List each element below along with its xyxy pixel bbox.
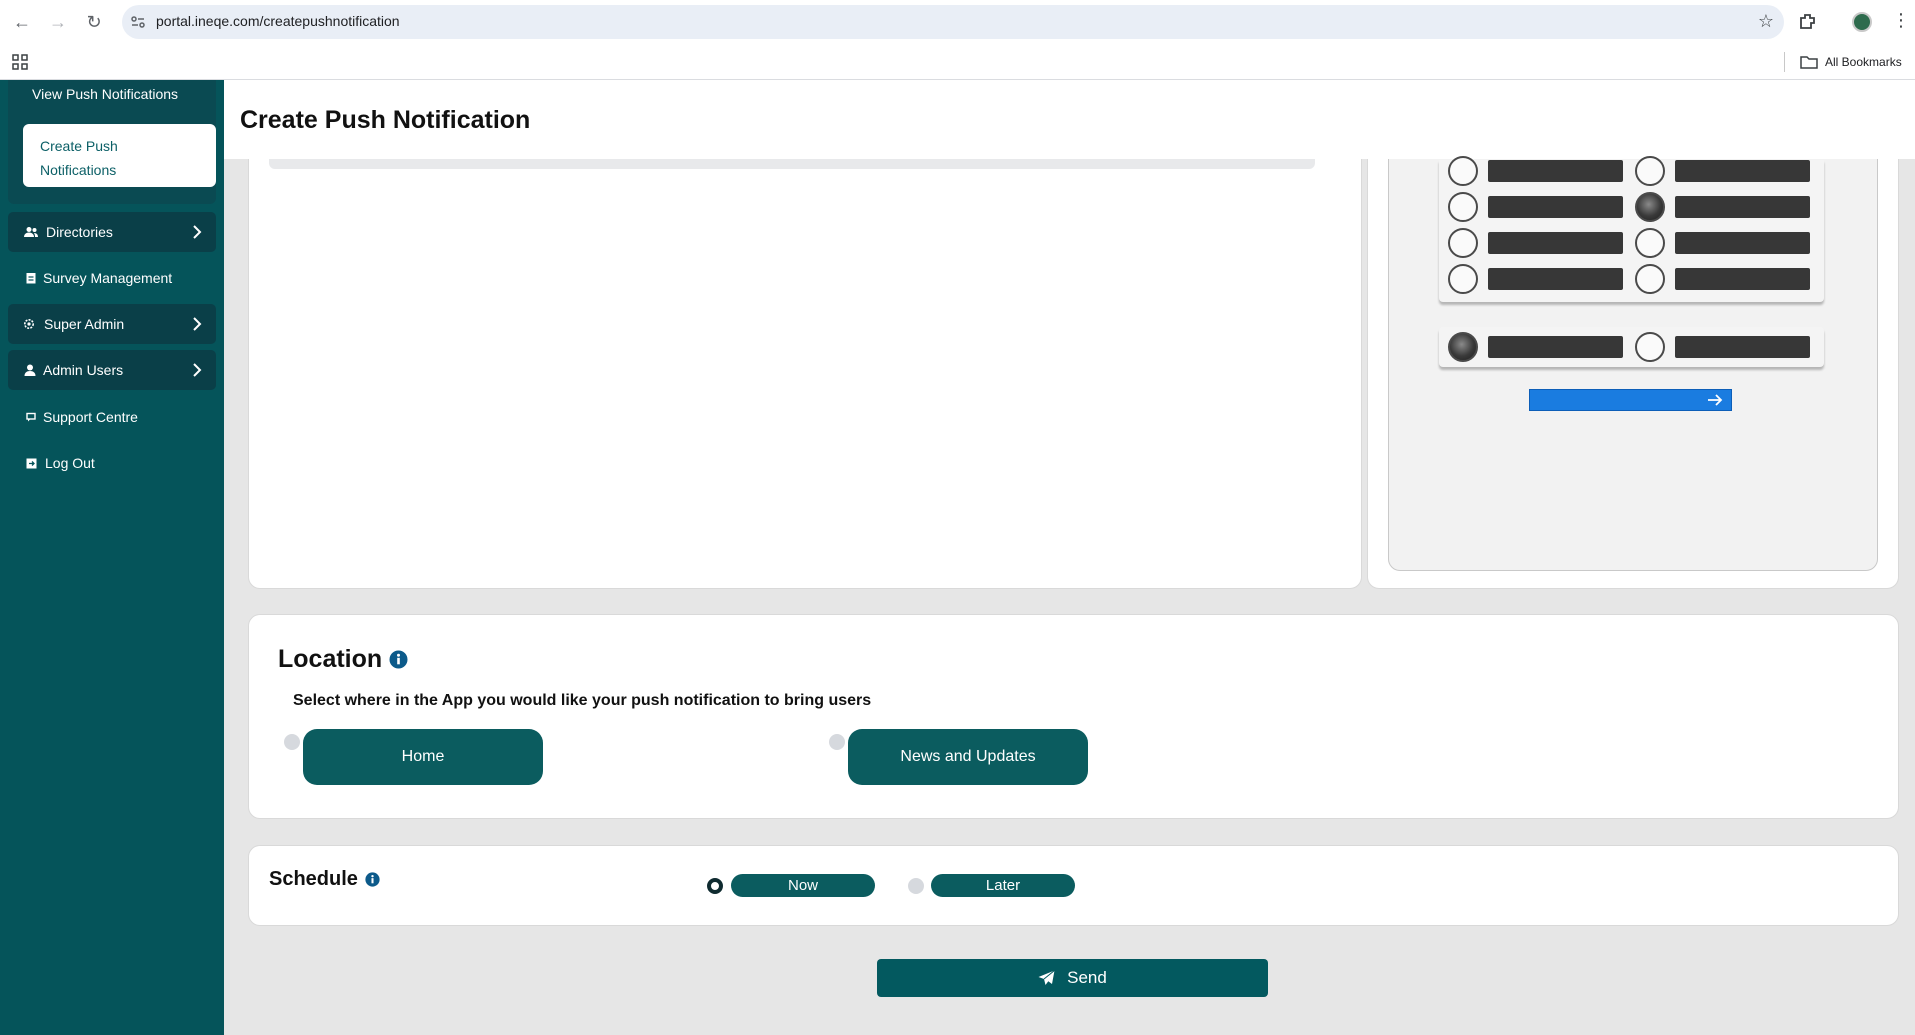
quiz-answer-bar bbox=[1488, 160, 1623, 182]
schedule-radio-now[interactable] bbox=[707, 878, 723, 894]
profile-avatar[interactable] bbox=[1852, 12, 1872, 32]
sidebar-item-label: Support Centre bbox=[43, 409, 138, 425]
apps-grid-icon[interactable] bbox=[12, 54, 28, 70]
quiz-radio-selected bbox=[1635, 192, 1665, 222]
quiz-radio bbox=[1635, 264, 1665, 294]
menu-kebab-icon[interactable]: ⋮ bbox=[1892, 10, 1910, 31]
quiz-radio bbox=[1635, 228, 1665, 258]
schedule-radio-later[interactable] bbox=[908, 878, 924, 894]
quiz-radio bbox=[1448, 264, 1478, 294]
clipboard-icon bbox=[24, 271, 38, 285]
chat-icon bbox=[24, 410, 38, 424]
logout-icon bbox=[24, 456, 38, 470]
bookmarks-divider bbox=[1784, 52, 1785, 72]
arrow-right-icon bbox=[1708, 394, 1723, 406]
content-field-bottom bbox=[269, 159, 1315, 169]
sidebar-item-super-admin[interactable]: Super Admin bbox=[8, 304, 216, 344]
page-title: Create Push Notification bbox=[240, 106, 531, 134]
schedule-title-text: Schedule bbox=[269, 868, 358, 890]
sidebar-item-survey-management[interactable]: Survey Management bbox=[8, 258, 216, 298]
quiz-answer-bar bbox=[1488, 196, 1623, 218]
info-icon[interactable] bbox=[389, 650, 408, 669]
address-bar[interactable]: portal.ineqe.com/createpushnotification … bbox=[122, 5, 1784, 39]
sidebar-item-label: Create Push bbox=[40, 138, 118, 154]
quiz-answer-bar bbox=[1488, 268, 1623, 290]
gear-icon bbox=[22, 317, 36, 331]
sidebar-item-label: Admin Users bbox=[43, 362, 124, 378]
forward-icon[interactable]: → bbox=[46, 10, 70, 34]
push-notifications-submenu: View Push Notifications Create Push Noti… bbox=[8, 80, 216, 204]
bookmarks-bar: All Bookmarks bbox=[0, 44, 1915, 80]
location-subtitle: Select where in the App you would like y… bbox=[293, 692, 872, 709]
quiz-radio bbox=[1635, 332, 1665, 362]
quiz-answer-bar bbox=[1675, 268, 1810, 290]
browser-toolbar: ← → ↻ portal.ineqe.com/createpushnotific… bbox=[0, 0, 1915, 44]
person-icon bbox=[23, 363, 37, 377]
notification-content-card bbox=[248, 116, 1362, 589]
location-title-text: Location bbox=[278, 645, 383, 673]
schedule-card: Schedule Now Later bbox=[248, 845, 1899, 926]
folder-icon bbox=[1800, 56, 1818, 69]
chevron-right-icon bbox=[193, 363, 202, 377]
extensions-icon[interactable] bbox=[1797, 11, 1819, 33]
quiz-answer-bar bbox=[1675, 336, 1810, 358]
location-title: Location bbox=[278, 645, 408, 674]
sidebar-item-label: Notifications bbox=[40, 162, 117, 178]
reload-icon[interactable]: ↻ bbox=[82, 10, 106, 34]
schedule-title: Schedule bbox=[269, 868, 380, 891]
page-header: Create Push Notification bbox=[224, 80, 1915, 159]
location-option-home[interactable]: Home bbox=[303, 729, 543, 785]
sidebar-item-log-out[interactable]: Log Out bbox=[8, 443, 216, 483]
quiz-answer-bar bbox=[1675, 160, 1810, 182]
back-icon[interactable]: ← bbox=[10, 10, 34, 34]
sidebar-item-admin-users[interactable]: Admin Users bbox=[8, 350, 216, 390]
sidebar-item-view-push-notifications[interactable]: View Push Notifications bbox=[32, 86, 178, 102]
quiz-radio-selected bbox=[1448, 332, 1478, 362]
quiz-answer-bar bbox=[1488, 232, 1623, 254]
bookmark-star-icon[interactable]: ☆ bbox=[1758, 11, 1774, 32]
quiz-radio bbox=[1448, 192, 1478, 222]
sidebar-item-label: Directories bbox=[46, 224, 113, 240]
sidebar-item-label: Log Out bbox=[45, 455, 95, 471]
quiz-answer-bar bbox=[1675, 196, 1810, 218]
sidebar: View Push Notifications Create Push Noti… bbox=[0, 80, 224, 1035]
send-button[interactable]: Send bbox=[877, 959, 1268, 997]
info-icon[interactable] bbox=[365, 872, 380, 887]
quiz-radio bbox=[1448, 156, 1478, 186]
send-label: Send bbox=[1067, 968, 1107, 987]
quiz-answer-bar bbox=[1488, 336, 1623, 358]
sidebar-item-support-centre[interactable]: Support Centre bbox=[8, 397, 216, 437]
quiz-next-button bbox=[1529, 389, 1732, 411]
quiz-options-panel-2 bbox=[1439, 327, 1824, 367]
quiz-answer-bar bbox=[1675, 232, 1810, 254]
url-text[interactable]: portal.ineqe.com/createpushnotification bbox=[156, 13, 400, 29]
quiz-radio bbox=[1635, 156, 1665, 186]
quiz-radio bbox=[1448, 228, 1478, 258]
sidebar-item-label: Survey Management bbox=[43, 270, 173, 286]
chevron-right-icon bbox=[193, 225, 202, 239]
sidebar-item-create-push-notifications[interactable]: Create Push Notifications bbox=[23, 124, 216, 187]
all-bookmarks-link[interactable]: All Bookmarks bbox=[1825, 55, 1902, 69]
schedule-option-later[interactable]: Later bbox=[931, 874, 1075, 897]
sidebar-item-directories[interactable]: Directories bbox=[8, 212, 216, 252]
people-icon bbox=[24, 225, 38, 239]
location-card: Location Select where in the App you wou… bbox=[248, 614, 1899, 819]
sidebar-item-label: Super Admin bbox=[44, 316, 125, 332]
quiz-options-panel bbox=[1439, 156, 1824, 302]
paper-plane-icon bbox=[1038, 970, 1055, 985]
location-radio-home[interactable] bbox=[284, 734, 300, 750]
location-option-news-and-updates[interactable]: News and Updates bbox=[848, 729, 1088, 785]
location-radio-news[interactable] bbox=[829, 734, 845, 750]
chevron-right-icon bbox=[193, 317, 202, 331]
schedule-option-now[interactable]: Now bbox=[731, 874, 875, 897]
site-settings-icon[interactable] bbox=[130, 14, 146, 30]
